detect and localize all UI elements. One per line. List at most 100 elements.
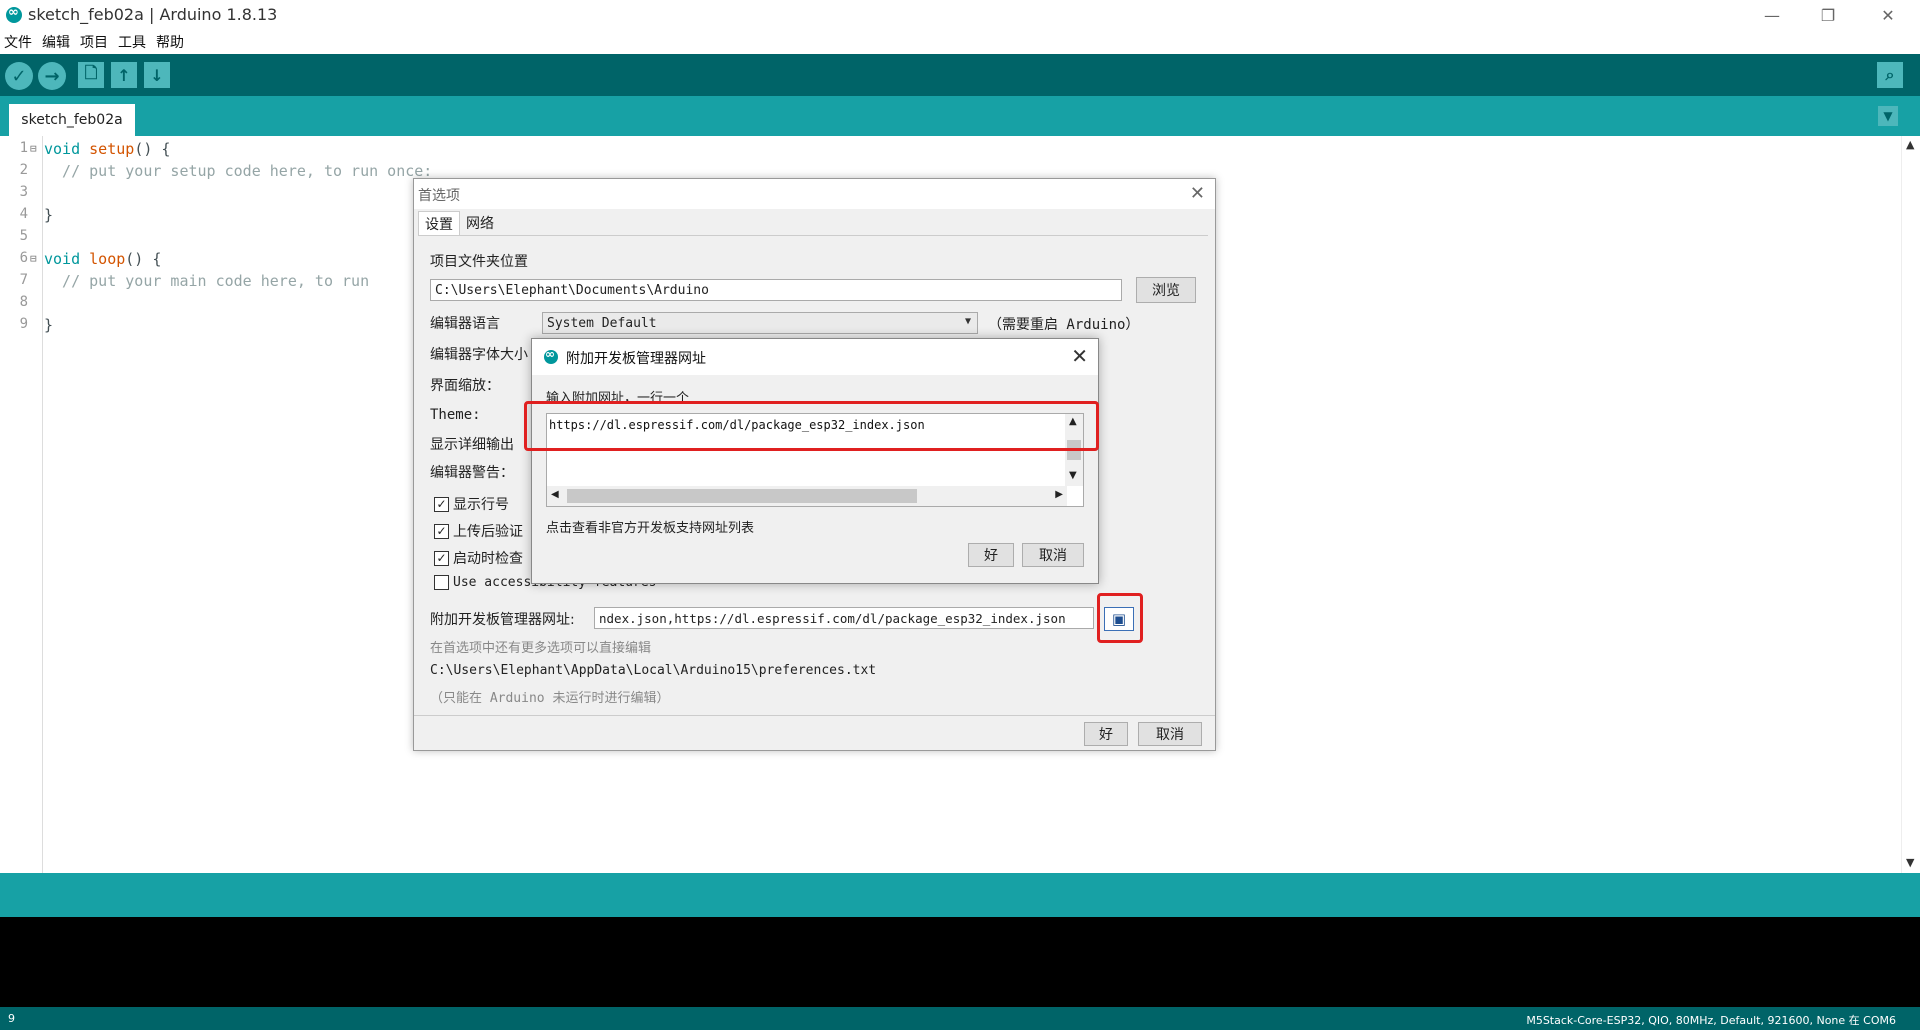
checkbox-line-numbers[interactable]: ✓ 显示行号: [434, 494, 509, 514]
line-number: 1: [19, 140, 28, 156]
serial-monitor-icon[interactable]: ⌕: [1877, 62, 1903, 88]
scroll-thumb[interactable]: [567, 489, 917, 503]
code-line: // put your main code here, to run: [44, 272, 370, 290]
menu-sketch[interactable]: 项目: [76, 30, 112, 54]
window-title: sketch_feb02a | Arduino 1.8.13: [28, 5, 278, 24]
code-text: () {: [125, 250, 162, 268]
language-value: System Default: [547, 315, 657, 331]
line-number: 8: [19, 294, 28, 310]
scale-label: 界面缩放：: [430, 378, 500, 394]
arduino-logo-icon: [6, 5, 22, 23]
code-function: setup: [89, 140, 135, 158]
checkbox-checked-icon[interactable]: ✓: [434, 496, 449, 512]
save-sketch-icon[interactable]: ↓: [144, 62, 170, 88]
dialog-header: 附加开发板管理器网址 ✕: [532, 339, 1098, 375]
checkbox-check-updates[interactable]: ✓ 启动时检查: [434, 548, 523, 568]
checkbox-label: 显示行号: [453, 497, 509, 513]
minimize-button[interactable]: —: [1744, 0, 1800, 30]
tab-network[interactable]: 网络: [460, 211, 500, 236]
checkbox-verify-upload[interactable]: ✓ 上传后验证: [434, 521, 523, 541]
scroll-up-icon[interactable]: ▲: [1906, 138, 1914, 151]
dialog-header: 首选项 ✕: [414, 179, 1215, 209]
checkbox-checked-icon[interactable]: ✓: [434, 523, 449, 539]
tab-settings[interactable]: 设置: [418, 211, 460, 236]
code-line: // put your setup code here, to run once…: [44, 162, 433, 180]
code-text: () {: [134, 140, 171, 158]
highlight-box: [524, 401, 1099, 451]
checkbox-checked-icon[interactable]: ✓: [434, 550, 449, 566]
tab-sketch[interactable]: sketch_feb02a: [9, 104, 135, 136]
sketchbook-label: 项目文件夹位置: [430, 254, 528, 270]
checkbox-unchecked-icon[interactable]: [434, 575, 449, 590]
menu-edit[interactable]: 编辑: [38, 30, 74, 54]
horizontal-scrollbar[interactable]: ◀ ▶: [547, 486, 1067, 506]
current-line: 9: [8, 1012, 15, 1025]
cancel-button[interactable]: 取消: [1138, 722, 1202, 746]
open-sketch-icon[interactable]: ↑: [111, 62, 137, 88]
line-number: 4: [19, 206, 28, 222]
new-sketch-icon[interactable]: 🗋: [78, 62, 104, 88]
menu-file[interactable]: 文件: [0, 30, 36, 54]
prefs-edit-note: （只能在 Arduino 未运行时进行编辑）: [430, 691, 670, 706]
code-line: void loop() {: [44, 250, 161, 268]
code-line: }: [44, 206, 54, 224]
editor-scrollbar[interactable]: ▲ ▼: [1901, 136, 1920, 873]
close-icon[interactable]: ✕: [1071, 344, 1088, 368]
ok-button[interactable]: 好: [968, 543, 1014, 567]
line-gutter: 1 ⊟ 2 3 4 5 6 ⊟ 7 8 9: [0, 136, 43, 873]
prefs-file-path[interactable]: C:\Users\Elephant\AppData\Local\Arduino1…: [430, 663, 876, 678]
font-size-label: 编辑器字体大小: [430, 347, 528, 363]
fold-icon[interactable]: ⊟: [30, 252, 37, 265]
unofficial-boards-link[interactable]: 点击查看非官方开发板支持网址列表: [546, 517, 754, 536]
language-select[interactable]: System Default ▼: [542, 312, 978, 334]
board-urls-label: 附加开发板管理器网址:: [430, 612, 575, 628]
status-bar: [0, 873, 1920, 917]
prefs-tabs: 设置 网络: [418, 211, 500, 236]
tab-menu-icon[interactable]: ▼: [1878, 106, 1898, 126]
code-line: }: [44, 316, 54, 334]
chevron-down-icon[interactable]: ▼: [1069, 470, 1077, 481]
chevron-right-icon[interactable]: ▶: [1055, 489, 1063, 500]
toolbar: ✓ → 🗋 ↑ ↓ ⌕: [0, 54, 1920, 96]
chevron-left-icon[interactable]: ◀: [551, 489, 559, 500]
checkbox-label: 上传后验证: [453, 524, 523, 540]
tab-divider: [418, 235, 1208, 236]
upload-icon[interactable]: →: [38, 62, 66, 90]
warnings-label: 编辑器警告：: [430, 465, 514, 481]
code-line: void setup() {: [44, 140, 170, 158]
more-prefs-note: 在首选项中还有更多选项可以直接编辑: [430, 641, 652, 656]
arduino-logo-icon: [544, 347, 558, 364]
chevron-down-icon: ▼: [964, 316, 971, 327]
code-function: loop: [89, 250, 126, 268]
cancel-button[interactable]: 取消: [1022, 543, 1084, 567]
theme-label: Theme:: [430, 407, 481, 423]
ok-button[interactable]: 好: [1084, 722, 1128, 746]
dialog-title: 首选项: [418, 188, 460, 204]
line-number: 2: [19, 162, 28, 178]
browse-button[interactable]: 浏览: [1136, 277, 1196, 303]
board-urls-dialog: 附加开发板管理器网址 ✕ 输入附加网址，一行一个 https://dl.espr…: [524, 338, 1099, 584]
footer-divider: [414, 715, 1215, 716]
menu-help[interactable]: 帮助: [152, 30, 188, 54]
code-keyword: void: [44, 250, 81, 268]
menu-tools[interactable]: 工具: [114, 30, 150, 54]
fold-icon[interactable]: ⊟: [30, 142, 37, 155]
dialog-title: 附加开发板管理器网址: [566, 351, 706, 367]
title-bar: sketch_feb02a | Arduino 1.8.13 — ❐ ✕: [0, 0, 1920, 30]
checkbox-label: 启动时检查: [453, 551, 523, 567]
language-restart-note: （需要重启 Arduino）: [988, 317, 1140, 333]
edit-urls-icon[interactable]: ▣: [1104, 607, 1134, 631]
verbose-label: 显示详细输出: [430, 437, 514, 453]
board-urls-input[interactable]: ndex.json,https://dl.espressif.com/dl/pa…: [594, 607, 1094, 629]
close-button[interactable]: ✕: [1860, 0, 1916, 30]
console-output[interactable]: [0, 917, 1920, 1007]
sketchbook-input[interactable]: C:\Users\Elephant\Documents\Arduino: [430, 279, 1122, 301]
restore-button[interactable]: ❐: [1800, 0, 1856, 30]
board-info: M5Stack-Core-ESP32, QIO, 80MHz, Default,…: [1526, 1014, 1896, 1027]
line-number: 9: [19, 316, 28, 332]
verify-icon[interactable]: ✓: [5, 62, 33, 90]
close-icon[interactable]: ✕: [1190, 183, 1205, 204]
scroll-down-icon[interactable]: ▼: [1906, 856, 1914, 869]
line-number: 5: [19, 228, 28, 244]
code-keyword: void: [44, 140, 81, 158]
